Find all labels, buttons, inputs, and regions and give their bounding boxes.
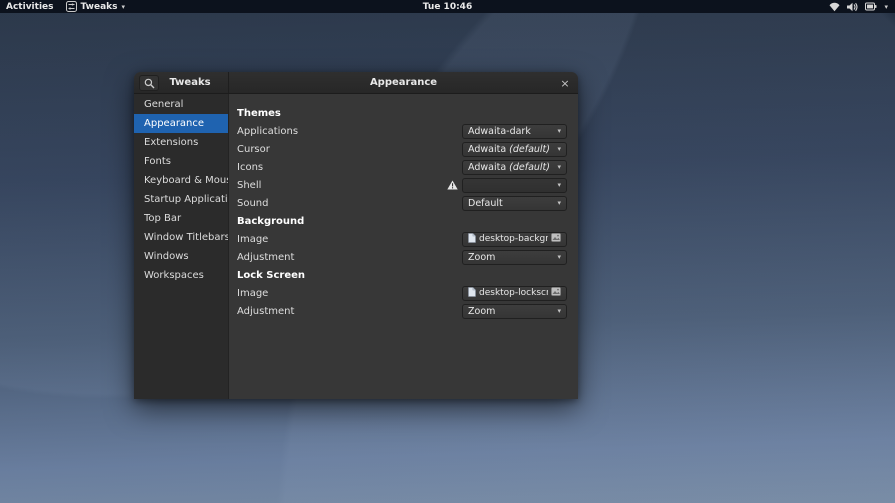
wifi-icon — [829, 2, 840, 12]
row-label: Image — [237, 233, 269, 245]
sidebar-item-window-titlebars[interactable]: Window Titlebars — [134, 228, 228, 247]
dropdown-value: Adwaita (default) — [468, 143, 550, 155]
battery-icon — [865, 2, 877, 11]
warning-icon — [447, 180, 458, 190]
activities-button[interactable]: Activities — [0, 0, 60, 13]
row-shell-theme: Shell ▾ — [237, 176, 567, 194]
row-label: Adjustment — [237, 305, 295, 317]
chevron-down-icon: ▾ — [557, 307, 561, 315]
tweaks-app-icon — [65, 1, 77, 12]
row-background-image: Image desktop-background.xml — [237, 230, 567, 248]
volume-icon — [847, 2, 859, 12]
row-lockscreen-image: Image desktop-lockscreen.xml — [237, 284, 567, 302]
row-applications-theme: Applications Adwaita-dark ▾ — [237, 122, 567, 140]
section-title-background: Background — [237, 216, 305, 227]
file-icon — [468, 286, 476, 300]
sidebar-item-extensions[interactable]: Extensions — [134, 133, 228, 152]
chevron-down-icon: ▾ — [884, 2, 888, 11]
sound-theme-dropdown[interactable]: Default ▾ — [462, 195, 567, 211]
sidebar-item-keyboard-mouse[interactable]: Keyboard & Mouse — [134, 171, 228, 190]
row-label: Shell — [237, 179, 262, 191]
row-label: Adjustment — [237, 251, 295, 263]
row-background-adjustment: Adjustment Zoom ▾ — [237, 248, 567, 266]
image-icon — [551, 233, 561, 245]
file-name: desktop-lockscreen.xml — [479, 288, 548, 298]
dropdown-value: Zoom — [468, 305, 496, 317]
row-sound-theme: Sound Default ▾ — [237, 194, 567, 212]
sidebar-item-top-bar[interactable]: Top Bar — [134, 209, 228, 228]
sidebar-item-appearance[interactable]: Appearance — [134, 114, 228, 133]
sidebar: General Appearance Extensions Fonts Keyb… — [134, 94, 229, 399]
applications-theme-dropdown[interactable]: Adwaita-dark ▾ — [462, 123, 567, 139]
window-body: General Appearance Extensions Fonts Keyb… — [134, 94, 578, 399]
close-icon: × — [560, 76, 570, 90]
chevron-down-icon: ▾ — [557, 163, 561, 171]
row-icons-theme: Icons Adwaita (default) ▾ — [237, 158, 567, 176]
chevron-down-icon: ▾ — [557, 181, 561, 189]
section-title-themes: Themes — [237, 108, 281, 119]
search-icon — [144, 74, 155, 93]
chevron-down-icon: ▾ — [557, 145, 561, 153]
lockscreen-adjustment-dropdown[interactable]: Zoom ▾ — [462, 303, 567, 319]
sidebar-item-workspaces[interactable]: Workspaces — [134, 266, 228, 285]
row-label: Image — [237, 287, 269, 299]
close-button[interactable]: × — [556, 74, 574, 92]
sidebar-item-startup-applications[interactable]: Startup Applications — [134, 190, 228, 209]
search-button[interactable] — [139, 75, 159, 91]
appearance-panel: Themes Applications Adwaita-dark ▾ Curso… — [229, 94, 578, 399]
background-image-chooser[interactable]: desktop-background.xml — [462, 231, 567, 247]
app-menu-label: Tweaks — [80, 1, 118, 12]
system-status-area[interactable]: ▾ — [822, 0, 895, 13]
row-label: Sound — [237, 197, 269, 209]
chevron-down-icon: ▾ — [557, 199, 561, 207]
tweaks-window: Tweaks Appearance × General Appearance E… — [134, 72, 578, 399]
row-lockscreen-adjustment: Adjustment Zoom ▾ — [237, 302, 567, 320]
gnome-top-bar: Activities Tweaks ▾ Tue 10:46 ▾ — [0, 0, 895, 13]
chevron-down-icon: ▾ — [121, 2, 125, 11]
chevron-down-icon: ▾ — [557, 127, 561, 135]
row-label: Cursor — [237, 143, 270, 155]
cursor-theme-dropdown[interactable]: Adwaita (default) ▾ — [462, 141, 567, 157]
clock-label[interactable]: Tue 10:46 — [423, 2, 472, 12]
image-icon — [551, 287, 561, 299]
default-note: (default) — [509, 143, 550, 155]
app-menu-button[interactable]: Tweaks ▾ — [60, 0, 132, 13]
shell-theme-dropdown[interactable]: ▾ — [462, 177, 567, 193]
background-adjustment-dropdown[interactable]: Zoom ▾ — [462, 249, 567, 265]
row-label: Applications — [237, 125, 299, 137]
dropdown-value: Adwaita (default) — [468, 161, 550, 173]
sidebar-item-general[interactable]: General — [134, 95, 228, 114]
icons-theme-dropdown[interactable]: Adwaita (default) ▾ — [462, 159, 567, 175]
row-cursor-theme: Cursor Adwaita (default) ▾ — [237, 140, 567, 158]
desktop-wallpaper: Activities Tweaks ▾ Tue 10:46 ▾ Tweaks A… — [0, 0, 895, 503]
file-icon — [468, 232, 476, 246]
dropdown-value: Zoom — [468, 251, 496, 263]
default-note: (default) — [509, 161, 550, 173]
titlebar[interactable]: Tweaks Appearance × — [134, 72, 578, 94]
dropdown-value: Default — [468, 197, 503, 209]
sidebar-item-windows[interactable]: Windows — [134, 247, 228, 266]
section-title-lock-screen: Lock Screen — [237, 270, 306, 281]
clock: Tue 10:46 — [0, 2, 895, 12]
titlebar-sidebar-section: Tweaks — [134, 72, 229, 93]
file-name: desktop-background.xml — [479, 234, 548, 244]
sidebar-item-fonts[interactable]: Fonts — [134, 152, 228, 171]
row-label: Icons — [237, 161, 264, 173]
page-title: Appearance — [369, 77, 438, 88]
dropdown-value: Adwaita-dark — [468, 125, 531, 137]
lockscreen-image-chooser[interactable]: desktop-lockscreen.xml — [462, 285, 567, 301]
titlebar-main-section: Appearance × — [229, 72, 578, 93]
chevron-down-icon: ▾ — [557, 253, 561, 261]
